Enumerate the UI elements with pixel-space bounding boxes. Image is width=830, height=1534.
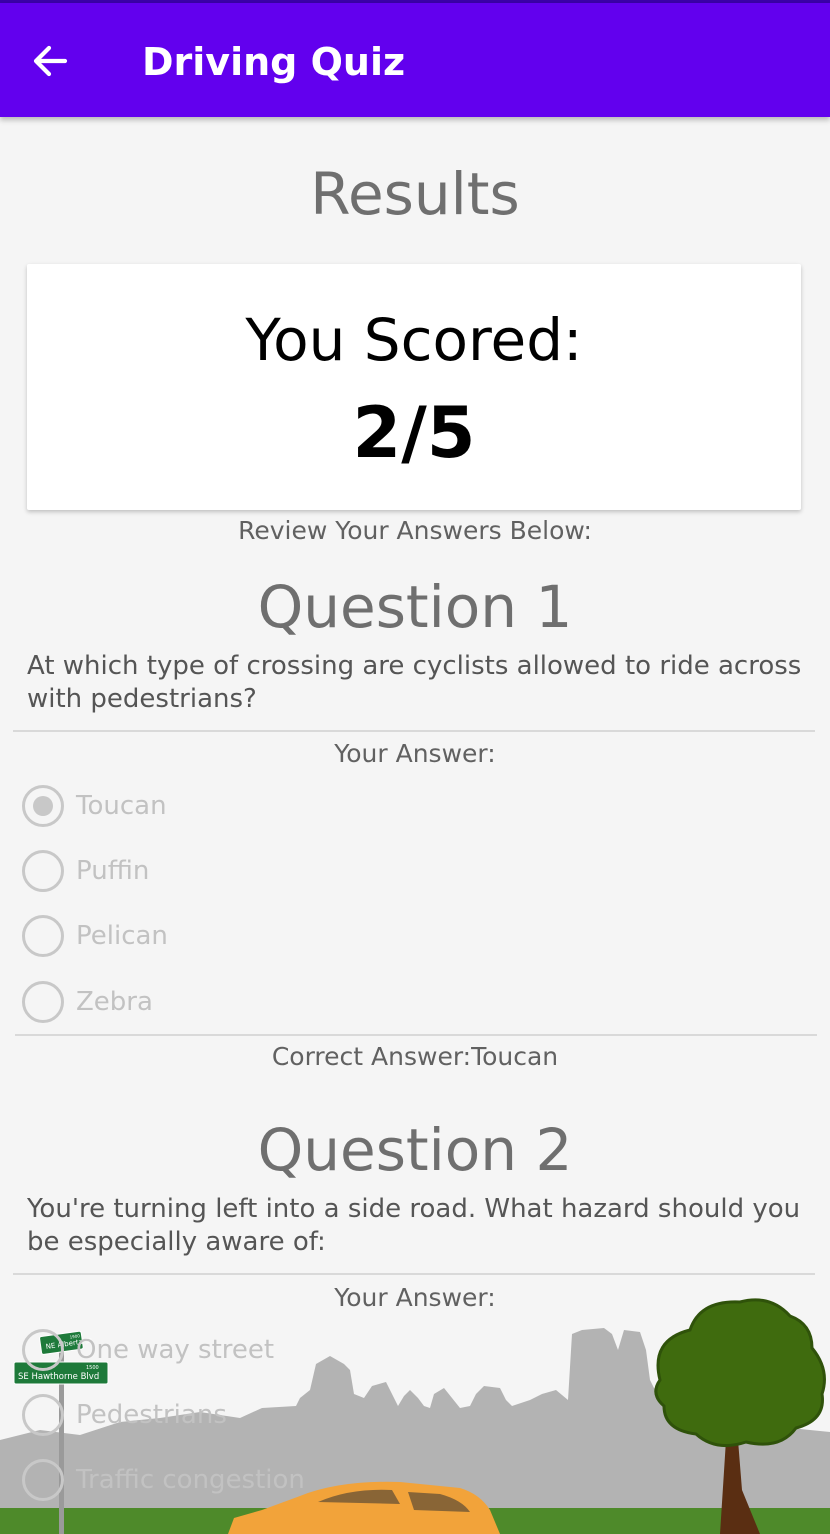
question-1-bottom-divider <box>15 1034 817 1036</box>
question-1-title: Question 1 <box>257 573 573 641</box>
review-label: Review Your Answers Below: <box>238 516 592 545</box>
question-2-option-pedestrians[interactable]: Pedestrians <box>22 1393 227 1437</box>
question-1-option-pelican[interactable]: Pelican <box>22 914 168 958</box>
question-1-option-toucan[interactable]: Toucan <box>22 784 167 828</box>
option-label: Zebra <box>76 987 153 1017</box>
app-title: Driving Quiz <box>142 40 406 84</box>
radio-button[interactable] <box>22 1459 64 1501</box>
question-1-option-zebra[interactable]: Zebra <box>22 980 153 1024</box>
score-value: 2/5 <box>352 392 476 474</box>
radio-button[interactable] <box>22 1329 64 1371</box>
option-label: Toucan <box>76 791 167 821</box>
arrow-back-icon <box>33 45 68 77</box>
radio-button[interactable] <box>22 1394 64 1436</box>
score-card: You Scored: 2/5 <box>27 264 801 510</box>
question-1-option-puffin[interactable]: Puffin <box>22 849 149 893</box>
option-label: Traffic congestion <box>76 1465 305 1495</box>
option-label: Pedestrians <box>76 1400 227 1430</box>
question-1-correct-answer: Correct Answer:Toucan <box>271 1042 559 1071</box>
option-label: Puffin <box>76 856 150 886</box>
question-1-text: At which type of crossing are cyclists a… <box>27 651 802 714</box>
question-2-divider <box>13 1273 815 1275</box>
radio-button[interactable] <box>22 915 64 957</box>
question-2-text: You're turning left into a side road. Wh… <box>27 1194 801 1257</box>
sign-bottom-text: SE Hawthorne Blvd <box>18 1372 99 1382</box>
question-2-option-traffic-congestion[interactable]: Traffic congestion <box>22 1458 305 1502</box>
option-label: One way street <box>76 1335 275 1365</box>
back-button[interactable] <box>20 33 80 89</box>
radio-button-checked[interactable] <box>22 785 64 827</box>
option-label: Pelican <box>76 921 168 951</box>
question-1-divider <box>13 730 815 732</box>
radio-button[interactable] <box>22 981 64 1023</box>
app-bar: Driving Quiz <box>0 3 830 117</box>
question-2-your-answer-label: Your Answer: <box>334 1283 496 1312</box>
results-title: Results <box>310 160 520 228</box>
question-2-option-one-way-street[interactable]: One way street <box>22 1328 274 1372</box>
score-label: You Scored: <box>245 306 583 374</box>
question-2-title: Question 2 <box>257 1116 573 1184</box>
question-1-your-answer-label: Your Answer: <box>334 739 496 768</box>
radio-button[interactable] <box>22 850 64 892</box>
